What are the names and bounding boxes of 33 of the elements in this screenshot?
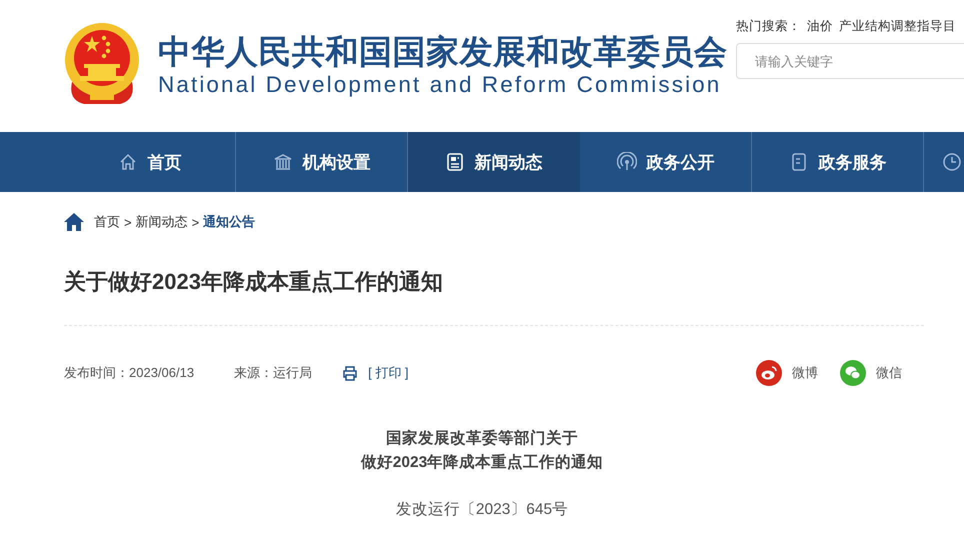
breadcrumb-separator: > xyxy=(124,214,132,230)
home-icon[interactable] xyxy=(64,213,84,231)
search-field[interactable]: 请输入关键字 xyxy=(736,43,964,79)
nav-icon xyxy=(272,152,292,172)
weibo-icon[interactable] xyxy=(756,360,782,386)
nav-icon xyxy=(616,152,636,172)
wechat-icon[interactable] xyxy=(840,360,866,386)
article-title: 关于做好2023年降成本重点工作的通知 xyxy=(64,268,444,296)
printer-icon xyxy=(342,366,358,380)
nav-tab[interactable]: 首页 xyxy=(64,132,236,192)
share-label[interactable]: 微信 xyxy=(876,364,902,382)
nav-icon xyxy=(444,152,464,172)
clock-icon[interactable] xyxy=(942,152,962,172)
nav-tab[interactable]: 新闻动态 xyxy=(408,132,580,192)
document-number: 发改运行〔2023〕645号 xyxy=(394,500,570,520)
hot-search-label: 热门搜索： xyxy=(736,18,801,35)
share-label[interactable]: 微博 xyxy=(792,364,818,382)
breadcrumb-separator: > xyxy=(192,214,200,230)
document-heading-line: 国家发展改革委等部门关于 xyxy=(385,428,579,449)
nav-icon xyxy=(118,152,138,172)
site-subtitle: National Development and Reform Commission xyxy=(158,72,722,98)
breadcrumb-link[interactable]: 首页 xyxy=(94,213,120,231)
publish-date: 发布时间：2023/06/13 xyxy=(64,364,194,382)
site-title: 中华人民共和国国家发展和改革委员会 xyxy=(158,32,728,72)
document-heading-line: 做好2023年降成本重点工作的通知 xyxy=(360,452,604,473)
breadcrumb-link[interactable]: 新闻动态 xyxy=(136,213,188,231)
nav-tab[interactable]: 政务公开 xyxy=(580,132,752,192)
hot-search-link[interactable]: 产业结构调整指导目 xyxy=(839,18,956,35)
hot-search-link[interactable]: 油价 xyxy=(807,18,833,35)
print-link[interactable]: [ 打印 ] xyxy=(342,364,409,382)
article-source: 来源：运行局 xyxy=(234,364,312,382)
breadcrumb-link[interactable]: 通知公告 xyxy=(203,213,256,231)
nav-tab[interactable]: 政务服务 xyxy=(752,132,924,192)
